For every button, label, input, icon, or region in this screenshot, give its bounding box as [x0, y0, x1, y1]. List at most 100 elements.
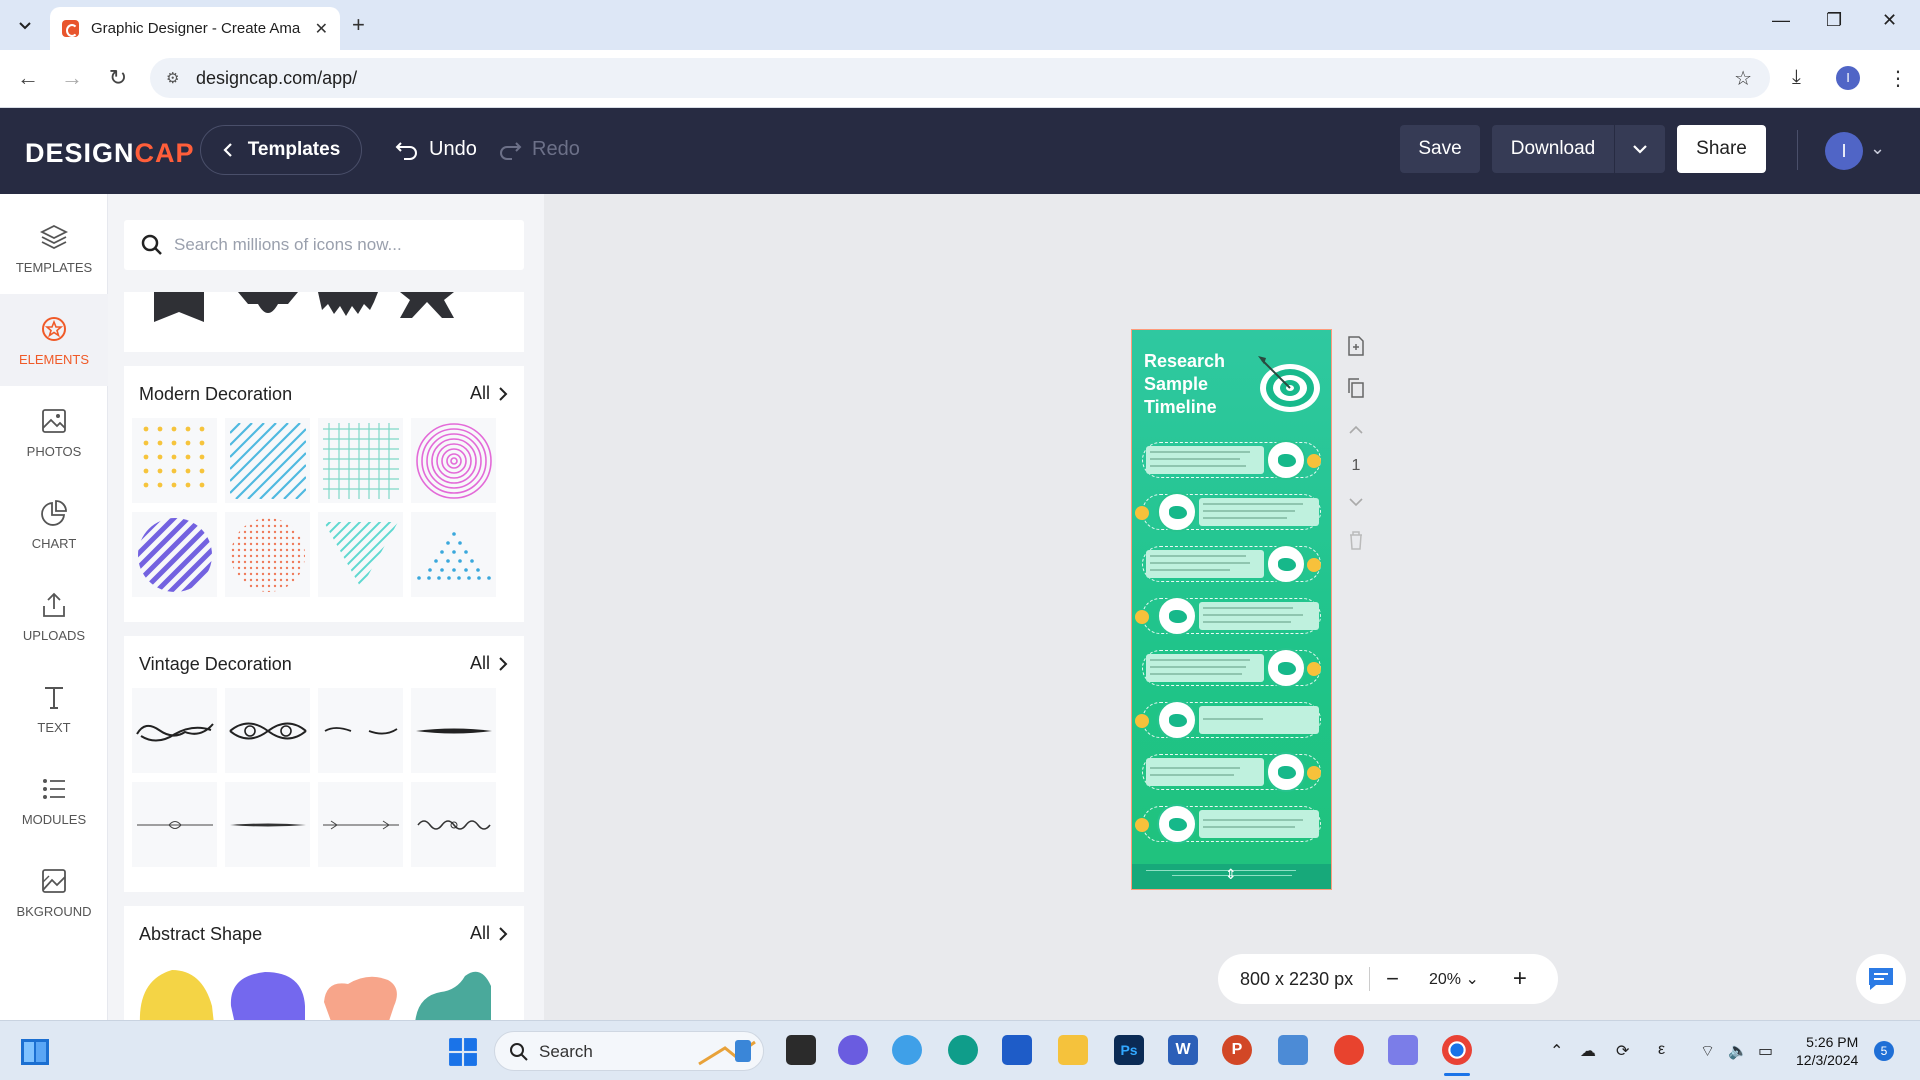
decoration-thumb-triangle-lines[interactable]: [318, 512, 403, 597]
decoration-thumb-dot-triangle[interactable]: [411, 512, 496, 597]
vintage-thumb-ornament-2[interactable]: [225, 782, 310, 867]
move-page-up-icon[interactable]: [1344, 418, 1368, 442]
abstract-shape-teal[interactable]: [411, 966, 496, 1020]
word-icon[interactable]: W: [1168, 1035, 1198, 1065]
decoration-thumb-dotted-circle[interactable]: [225, 512, 310, 597]
vintage-thumb-ornament-1[interactable]: [132, 782, 217, 867]
decoration-thumb-diagonal-lines[interactable]: [225, 418, 310, 503]
rail-item-photos[interactable]: PHOTOS: [0, 386, 108, 478]
timeline-row[interactable]: [1142, 648, 1321, 688]
timeline-row[interactable]: [1135, 596, 1321, 636]
zoom-in-button[interactable]: +: [1513, 965, 1527, 993]
duplicate-page-icon[interactable]: [1344, 376, 1368, 400]
abstract-shape-purple[interactable]: [225, 966, 310, 1020]
designcap-logo[interactable]: DESIGNCAP: [25, 138, 195, 169]
poster-title[interactable]: Research Sample Timeline: [1144, 350, 1254, 419]
vintage-decoration-all-link[interactable]: All: [470, 653, 508, 674]
target-dart-icon[interactable]: [1254, 350, 1324, 420]
zoom-level-select[interactable]: 20% ⌄: [1429, 969, 1479, 989]
volume-icon[interactable]: 🔈: [1728, 1041, 1748, 1061]
onedrive-icon[interactable]: ☁: [1580, 1041, 1596, 1061]
back-icon[interactable]: ←: [14, 65, 42, 91]
vintage-thumb-swirl-1[interactable]: [132, 688, 217, 773]
vintage-thumb-scroll[interactable]: [411, 782, 496, 867]
add-page-icon[interactable]: [1344, 334, 1368, 358]
mountain-app-icon[interactable]: [1388, 1035, 1418, 1065]
abstract-shape-salmon[interactable]: [318, 966, 403, 1020]
vintage-thumb-arrow-line[interactable]: [318, 782, 403, 867]
photoshop-icon[interactable]: Ps: [1114, 1035, 1144, 1065]
widgets-icon[interactable]: [20, 1037, 50, 1067]
meet-icon[interactable]: [838, 1035, 868, 1065]
decoration-thumb-concentric-circles[interactable]: [411, 418, 496, 503]
download-button[interactable]: Download: [1492, 125, 1614, 173]
timeline-row[interactable]: [1142, 544, 1321, 584]
new-tab-icon[interactable]: +: [352, 12, 365, 38]
forward-icon[interactable]: →: [58, 65, 86, 91]
canvas-dimensions[interactable]: 800 x 2230 px: [1240, 969, 1353, 990]
icon-search-input[interactable]: [174, 228, 509, 262]
chat-support-button[interactable]: [1856, 954, 1906, 1004]
app-cube-icon[interactable]: [1278, 1035, 1308, 1065]
restore-icon[interactable]: ❐: [1826, 10, 1842, 31]
wifi-icon[interactable]: ⌔: [1700, 1041, 1715, 1061]
vintage-thumb-line[interactable]: [411, 688, 496, 773]
bookmark-star-icon[interactable]: ☆: [1734, 66, 1752, 91]
rail-item-uploads[interactable]: UPLOADS: [0, 570, 108, 662]
save-button[interactable]: Save: [1400, 125, 1480, 173]
undo-button[interactable]: Undo: [395, 138, 477, 161]
timeline-row[interactable]: [1142, 440, 1321, 480]
rail-item-chart[interactable]: CHART: [0, 478, 108, 570]
rail-item-templates[interactable]: TEMPLATES: [0, 202, 108, 294]
weather-icon[interactable]: [892, 1035, 922, 1065]
rail-item-modules[interactable]: MODULES: [0, 754, 108, 846]
wps-icon[interactable]: [1334, 1035, 1364, 1065]
rail-item-text[interactable]: TEXT: [0, 662, 108, 754]
timeline-row[interactable]: [1135, 492, 1321, 532]
rail-item-elements[interactable]: ELEMENTS: [0, 294, 108, 386]
abstract-shape-yellow[interactable]: [132, 966, 217, 1020]
sync-icon[interactable]: ⟳: [1616, 1041, 1629, 1061]
rail-item-background[interactable]: BKGROUND: [0, 846, 108, 938]
timeline-row[interactable]: [1135, 700, 1321, 740]
zoom-out-button[interactable]: −: [1386, 966, 1399, 992]
move-page-down-icon[interactable]: [1344, 490, 1368, 514]
reload-icon[interactable]: ↻: [104, 65, 132, 91]
taskbar-search[interactable]: Search: [494, 1031, 764, 1071]
user-avatar[interactable]: I: [1825, 132, 1863, 170]
close-tab-icon[interactable]: ✕: [315, 19, 328, 39]
task-view-icon[interactable]: [786, 1035, 816, 1065]
redo-button[interactable]: Redo: [498, 138, 580, 161]
close-window-icon[interactable]: ✕: [1882, 10, 1897, 31]
design-page[interactable]: Research Sample Timeline ⇕: [1131, 329, 1332, 890]
abstract-shape-all-link[interactable]: All: [470, 923, 508, 944]
site-info-icon[interactable]: ⚙: [166, 69, 179, 87]
templates-back-button[interactable]: Templates: [200, 125, 362, 175]
download-options-button[interactable]: [1615, 125, 1665, 173]
tab-search-button[interactable]: [12, 12, 38, 38]
user-menu-chevron-icon[interactable]: ⌄: [1870, 138, 1885, 159]
page-resize-handle-icon[interactable]: ⇕: [1225, 866, 1237, 883]
delete-page-icon[interactable]: [1344, 528, 1368, 552]
modern-decoration-all-link[interactable]: All: [470, 383, 508, 404]
decoration-thumb-striped-circle[interactable]: [132, 512, 217, 597]
timeline-row[interactable]: [1135, 804, 1321, 844]
decoration-thumb-grid[interactable]: [318, 418, 403, 503]
timeline-row[interactable]: [1142, 752, 1321, 792]
tray-overflow-icon[interactable]: ⌃: [1550, 1041, 1563, 1061]
file-explorer-icon[interactable]: [1058, 1035, 1088, 1065]
taskbar-clock[interactable]: 5:26 PM 12/3/2024: [1796, 1033, 1858, 1069]
share-button[interactable]: Share: [1677, 125, 1766, 173]
address-bar[interactable]: ⚙ designcap.com/app/ ☆: [150, 58, 1770, 98]
notification-badge[interactable]: 5: [1874, 1041, 1894, 1061]
input-language-icon[interactable]: ε: [1658, 1041, 1665, 1059]
vintage-thumb-tilde[interactable]: [318, 688, 403, 773]
browser-tab[interactable]: Graphic Designer - Create Amazing ✕: [50, 7, 340, 50]
battery-icon[interactable]: ▭: [1758, 1041, 1773, 1061]
minimize-icon[interactable]: —: [1772, 10, 1790, 31]
edge-icon[interactable]: [948, 1035, 978, 1065]
vintage-thumb-swirl-2[interactable]: [225, 688, 310, 773]
chrome-icon[interactable]: [1442, 1035, 1472, 1065]
store-icon[interactable]: [1002, 1035, 1032, 1065]
powerpoint-icon[interactable]: P: [1222, 1035, 1252, 1065]
